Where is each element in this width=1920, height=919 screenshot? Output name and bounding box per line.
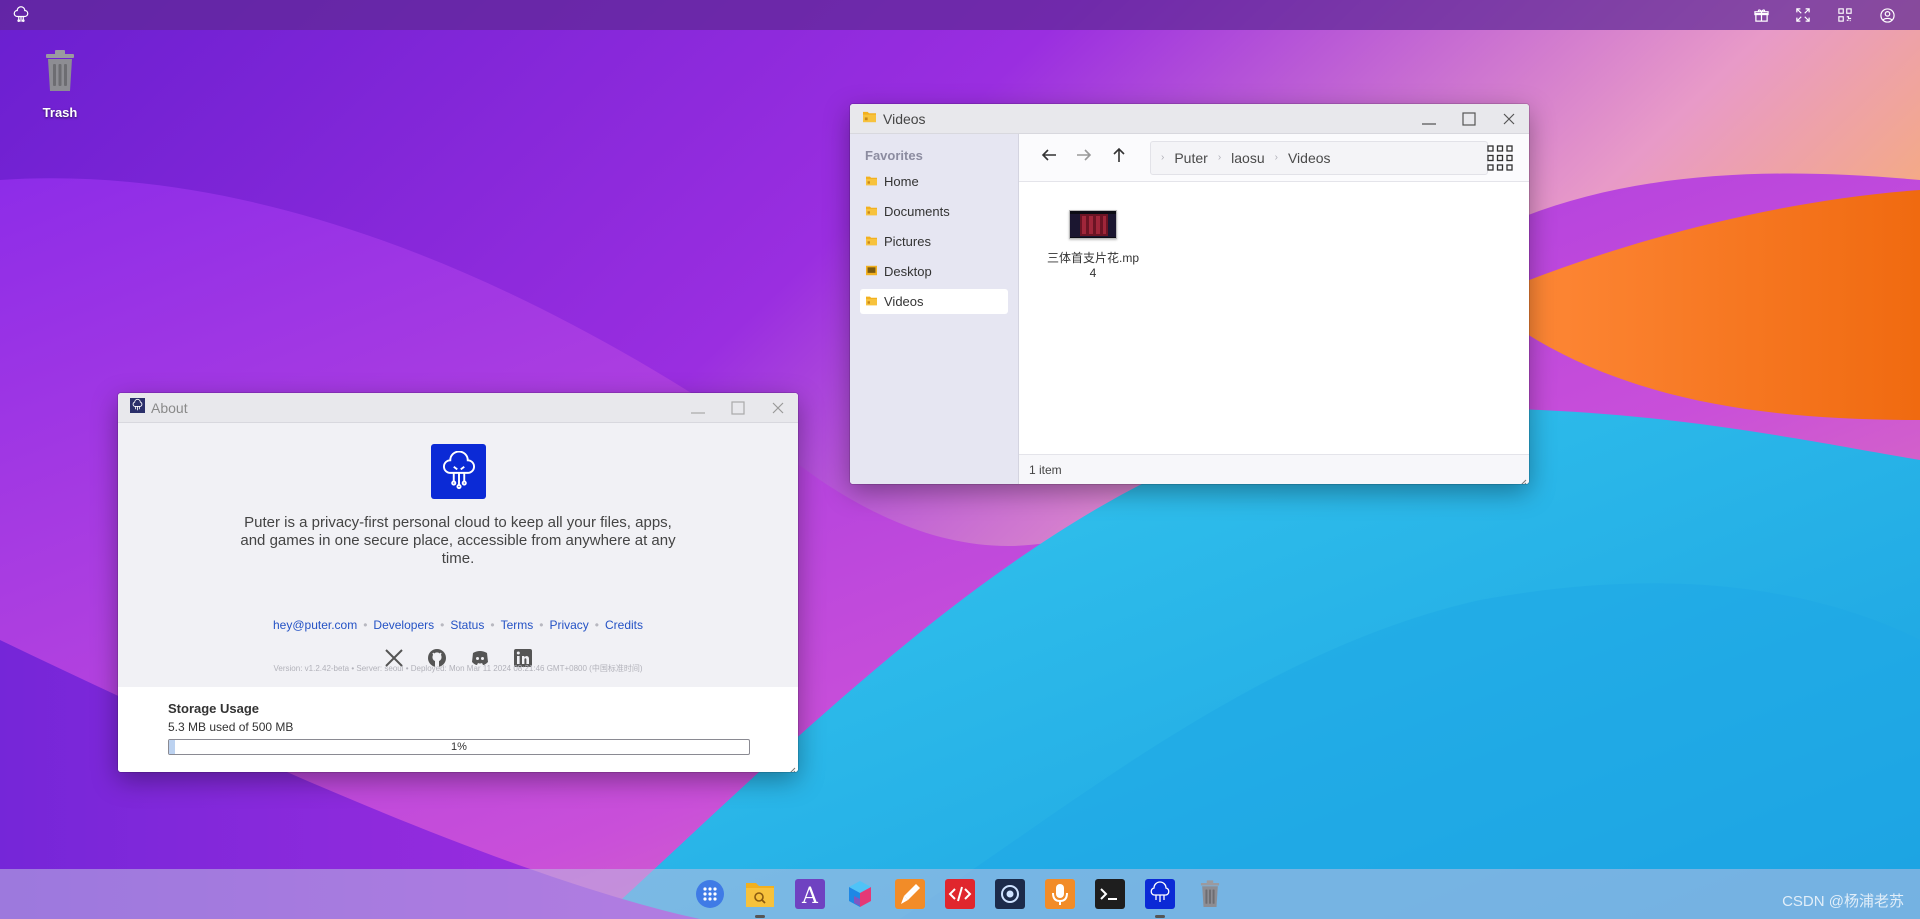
status-bar: 1 item [1019,454,1529,484]
file-explorer-icon[interactable] [742,876,778,918]
about-content: Puter is a privacy-first personal cloud … [118,423,798,687]
maximize-button[interactable] [1449,104,1489,134]
version-info: Version: v1.2.42-beta • Server: seoul • … [273,664,643,673]
folder-icon [865,204,878,219]
sidebar-item-home[interactable]: Home [860,169,1008,194]
taskbar: A [0,869,1920,919]
storage-percent: 1% [451,741,467,753]
app-launcher-icon[interactable] [692,876,728,912]
forward-button[interactable] [1066,143,1101,173]
minimize-button[interactable] [678,393,718,423]
puter-about-icon[interactable] [1142,876,1178,918]
arrow-up-icon [1111,147,1127,168]
chevron-right-icon: › [1161,152,1165,163]
terminal-icon[interactable] [1092,876,1128,912]
videos-window-controls [1409,104,1529,134]
maximize-button[interactable] [718,393,758,423]
arrow-left-icon [1041,147,1057,168]
file-grid: 三体首支片花.mp 4 [1019,182,1529,454]
breadcrumb-item-laosu[interactable]: laosu [1231,150,1264,166]
sidebar-item-label: Videos [884,294,924,309]
file-item[interactable]: 三体首支片花.mp 4 [1041,210,1145,281]
storage-progress-bar: 1% [168,739,750,755]
video-thumbnail [1069,210,1117,239]
sidebar-item-label: Documents [884,204,950,219]
back-button[interactable] [1031,143,1066,173]
trash-label: Trash [42,105,78,120]
sidebar: Favorites Home Documents Pictures Deskto… [850,134,1019,484]
videos-window-title: Videos [883,110,926,127]
item-count: 1 item [1029,462,1062,477]
sidebar-item-documents[interactable]: Documents [860,199,1008,224]
up-button[interactable] [1101,143,1136,173]
desktop-folder-icon [865,264,878,279]
grid-icon [1485,145,1515,177]
credits-link[interactable]: Credits [605,618,643,632]
folder-icon [865,174,878,189]
privacy-link[interactable]: Privacy [549,618,588,632]
close-button[interactable] [1489,104,1529,134]
about-titlebar[interactable]: About [118,393,798,423]
trash-icon[interactable] [1192,876,1228,912]
sidebar-item-label: Home [884,174,919,189]
puter-logo-icon[interactable] [10,0,32,30]
status-link[interactable]: Status [450,618,484,632]
storage-used-text: 5.3 MB used of 500 MB [168,720,294,734]
breadcrumb-item-puter[interactable]: Puter [1174,150,1207,166]
developers-link[interactable]: Developers [373,618,434,632]
camera-app-icon[interactable] [992,876,1028,912]
storage-usage-panel: Storage Usage 5.3 MB used of 500 MB 1% [118,687,798,772]
puter-app-icon [130,397,145,418]
top-bar-actions [1740,0,1908,30]
puter-logo-icon [431,444,486,499]
close-button[interactable] [758,393,798,423]
navigation-toolbar: › Puter › laosu › Videos [1019,134,1529,182]
folder-icon [862,110,877,128]
about-links: hey@puter.com • Developers • Status • Te… [272,618,643,632]
qr-code-icon[interactable] [1824,0,1866,30]
arrow-right-icon [1076,147,1092,168]
text-editor-icon[interactable]: A [792,876,828,912]
cube-app-icon[interactable] [842,876,878,912]
favorites-heading: Favorites [865,148,923,163]
watermark: CSDN @杨浦老苏 [1782,893,1904,910]
recorder-app-icon[interactable] [1042,876,1078,912]
user-account-icon[interactable] [1866,0,1908,30]
about-description: Puter is a privacy-first personal cloud … [240,514,676,567]
about-window-title: About [151,399,188,416]
terms-link[interactable]: Terms [501,618,534,632]
sidebar-item-videos[interactable]: Videos [860,289,1008,314]
file-name: 三体首支片花.mp 4 [1046,251,1139,280]
about-window-controls [678,393,798,423]
folder-icon [865,294,878,309]
code-editor-icon[interactable] [942,876,978,912]
folder-icon [865,234,878,249]
sidebar-item-label: Desktop [884,264,932,279]
chevron-right-icon: › [1217,152,1222,163]
breadcrumb: › Puter › laosu › Videos [1150,140,1488,175]
minimize-button[interactable] [1409,104,1449,134]
trash-icon [40,48,80,99]
videos-window: Videos Favorites Home Documents Pictures… [850,104,1529,484]
top-bar [0,0,1920,30]
email-link[interactable]: hey@puter.com [273,618,357,632]
resize-handle[interactable] [788,762,796,772]
svg-text:A: A [801,884,819,909]
sidebar-item-pictures[interactable]: Pictures [860,229,1008,254]
sidebar-item-desktop[interactable]: Desktop [860,259,1008,284]
desktop-trash[interactable]: Trash [22,48,98,120]
gift-icon[interactable] [1740,0,1782,30]
fullscreen-icon[interactable] [1782,0,1824,30]
resize-handle[interactable] [1519,474,1527,484]
about-window: About Puter is a privacy-first personal … [118,393,798,772]
breadcrumb-item-videos[interactable]: Videos [1288,150,1331,166]
view-toggle-button[interactable] [1485,143,1515,173]
paint-app-icon[interactable] [892,876,928,912]
videos-titlebar[interactable]: Videos [850,104,1529,134]
chevron-right-icon: › [1274,152,1278,163]
storage-heading: Storage Usage [168,701,260,716]
file-pane: › Puter › laosu › Videos 三体首支片花.mp 4 1 i… [1019,134,1529,484]
sidebar-item-label: Pictures [884,234,931,249]
